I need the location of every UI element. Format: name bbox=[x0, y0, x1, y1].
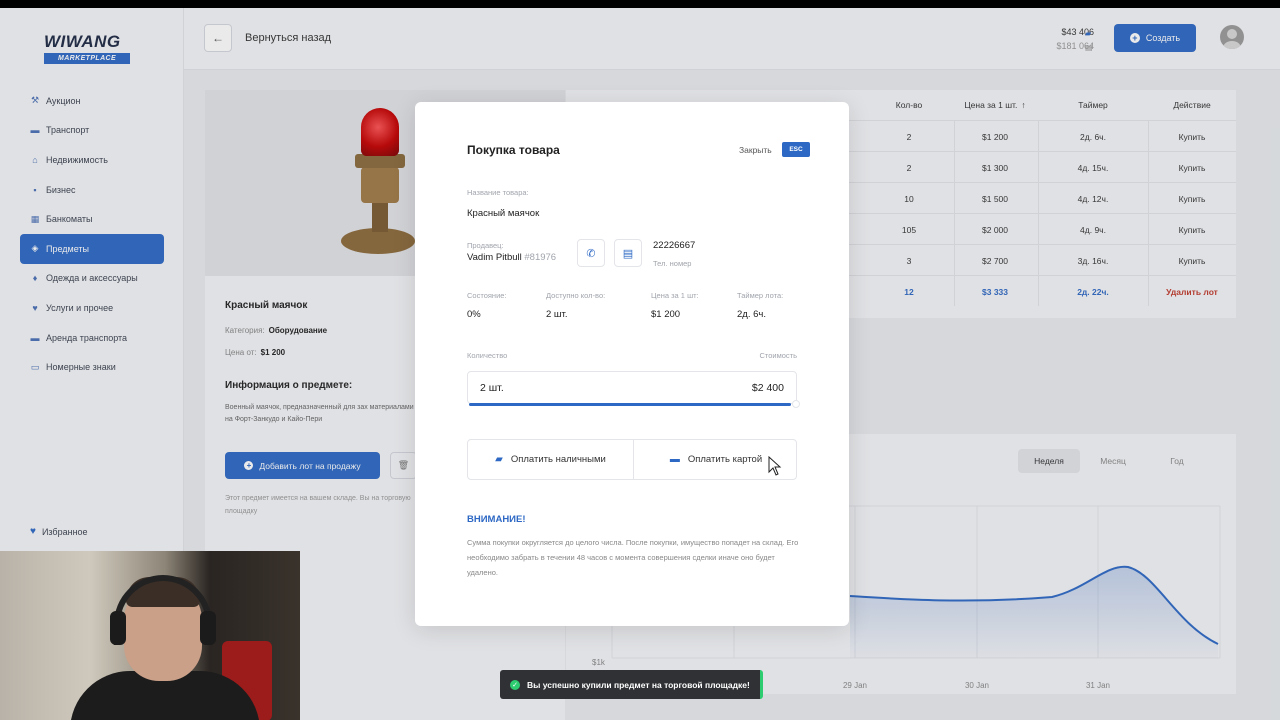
webcam-image-part bbox=[200, 611, 216, 645]
check-icon: ✓ bbox=[510, 679, 520, 690]
pay-cash-label: Оплатить наличными bbox=[510, 454, 606, 465]
quantity-value: 2 шт. bbox=[480, 382, 504, 394]
phone-value: 22226667 bbox=[653, 240, 696, 251]
seller-label: Продавец: bbox=[467, 241, 504, 250]
seller-name: Vadim Pitbull bbox=[467, 252, 522, 263]
success-toast: ✓ Вы успешно купили предмет на торговой … bbox=[500, 670, 763, 699]
webcam-overlay bbox=[0, 551, 300, 720]
modal-title: Покупка товара bbox=[467, 143, 560, 157]
available-label: Доступно кол-во: bbox=[546, 291, 606, 300]
condition-value: 0% bbox=[467, 309, 481, 320]
timer-label: Таймер лота: bbox=[737, 291, 784, 300]
toast-text: Вы успешно купили предмет на торговой пл… bbox=[527, 679, 750, 690]
quantity-label: Количество bbox=[467, 351, 508, 360]
esc-key-badge[interactable]: ESC bbox=[782, 142, 810, 157]
chat-icon: ▤ bbox=[622, 247, 634, 260]
quantity-slider[interactable] bbox=[469, 403, 791, 406]
close-button[interactable]: Закрыть bbox=[739, 145, 772, 155]
message-button[interactable]: ▤ bbox=[614, 239, 642, 267]
warning-text: Сумма покупки округляется до целого числ… bbox=[467, 538, 799, 577]
credit-card-icon: ▬ bbox=[669, 454, 680, 465]
mouse-cursor-icon bbox=[768, 456, 782, 476]
purchase-modal: Покупка товара Закрыть ESC Название това… bbox=[415, 102, 849, 626]
wallet-icon: ▰ bbox=[495, 454, 503, 465]
unit-price-label: Цена за 1 шт: bbox=[651, 291, 699, 300]
warning-title: ВНИМАНИЕ! bbox=[467, 514, 526, 525]
cost-value: $2 400 bbox=[751, 382, 784, 394]
headset-icon bbox=[114, 575, 212, 645]
cost-label: Стоимость bbox=[759, 351, 797, 360]
quantity-slider-handle[interactable] bbox=[792, 400, 800, 408]
unit-price-value: $1 200 bbox=[651, 309, 681, 320]
item-name-value: Красный маячок bbox=[467, 208, 540, 219]
call-button[interactable]: ✆ bbox=[577, 239, 605, 267]
phone-label: Тел. номер bbox=[653, 259, 692, 268]
webcam-image-part bbox=[110, 611, 126, 645]
payment-options: ▰ Оплатить наличными ▬ Оплатить картой bbox=[467, 439, 797, 480]
seller-id: #81976 bbox=[524, 252, 557, 263]
quantity-input[interactable]: 2 шт. $2 400 bbox=[467, 371, 797, 404]
available-value: 2 шт. bbox=[546, 309, 568, 320]
timer-value: 2д. 6ч. bbox=[737, 309, 766, 320]
seller-value: Vadim Pitbull #81976 bbox=[467, 252, 556, 263]
pay-cash-button[interactable]: ▰ Оплатить наличными bbox=[468, 440, 633, 479]
item-name-label: Название товара: bbox=[467, 188, 529, 197]
phone-icon: ✆ bbox=[586, 247, 596, 260]
condition-label: Состояние: bbox=[467, 291, 507, 300]
pay-card-label: Оплатить картой bbox=[687, 454, 763, 465]
